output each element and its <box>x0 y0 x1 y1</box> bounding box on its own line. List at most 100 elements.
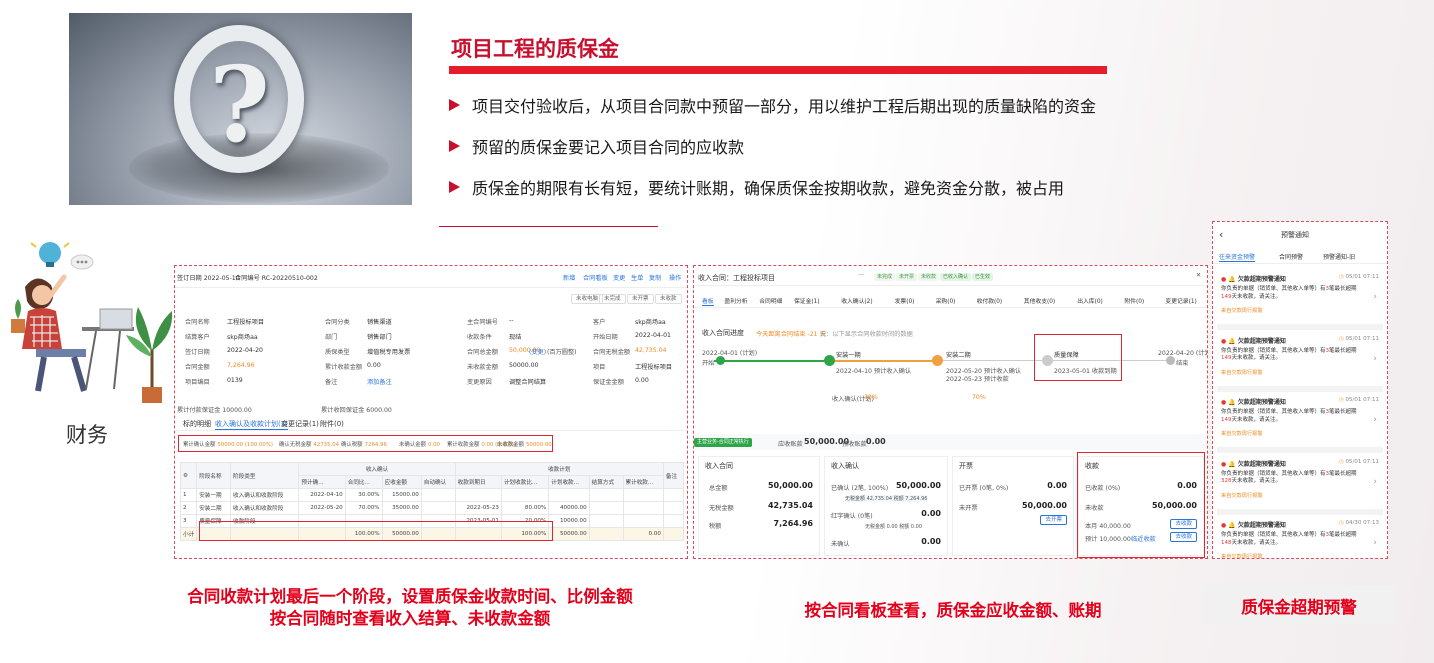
tab-change-log[interactable]: 变更记录(1) <box>281 419 319 429</box>
change-button[interactable]: 变更 <box>613 273 625 282</box>
table-row[interactable]: 2 安装二期 收入确认和收款阶段 2022-05-20 70.00% 35000.00 20… <box>179 501 685 515</box>
field-label: 合同分类 <box>325 319 350 326</box>
field-label: 备注 <box>325 379 338 386</box>
field-label: 项目 <box>593 364 606 371</box>
field-label: 客户 <box>593 319 606 326</box>
table-row[interactable]: 1 安装一期 收入确认和收款阶段 2022-04-10 30.00% 15000.00 <box>179 488 685 502</box>
board-nav-item[interactable]: 盈利分析 <box>724 296 747 305</box>
deposit-value: 0.00 <box>866 437 886 446</box>
alert-time: ◷ 05/01 07:11 <box>1338 458 1379 465</box>
table-cell: 35000.00 <box>381 501 422 515</box>
board-nav-item[interactable]: 合同明细 <box>759 296 782 305</box>
board-nav-item[interactable]: 保证金(1) <box>794 296 820 305</box>
alert-source-link[interactable]: 来自欠款周行报警 <box>1221 369 1263 376</box>
alert-item[interactable]: ● 🔔 欠款超期预警通知 ◷ 04/30 07:13 你负责的单据（销货单、其他收入… <box>1217 516 1383 558</box>
field-value: skp商场aa <box>227 334 258 341</box>
step1-pct: 30% <box>864 394 878 401</box>
chevron-right-icon[interactable]: › <box>1373 292 1377 302</box>
board-button[interactable]: 合同看板 <box>583 273 608 282</box>
go-invoice-button[interactable]: 去开票 <box>1040 515 1067 525</box>
alert-item-title: ● 🔔 欠款超期预警通知 <box>1221 399 1286 406</box>
tag: 未开票 <box>896 273 918 281</box>
more-button[interactable]: 操作 <box>669 273 681 282</box>
table-cell <box>588 488 624 502</box>
generate-button[interactable]: 生单 <box>631 273 643 282</box>
chevron-right-icon[interactable]: › <box>1373 538 1377 548</box>
progress-line-done <box>714 360 824 362</box>
tab-income-plan[interactable]: 收入确认及收款计划(3) <box>215 419 288 430</box>
alert-source-link[interactable]: 来自欠款周行报警 <box>1221 553 1263 558</box>
table-cell <box>622 501 664 515</box>
field-label: 结算客户 <box>185 334 210 341</box>
board-nav-item[interactable]: 出入库(0) <box>1077 296 1103 305</box>
field-value: skp商场aa <box>635 319 666 326</box>
board-nav-item[interactable]: 采购(0) <box>936 296 956 305</box>
tab-old-alert[interactable]: 预警通知-旧 <box>1323 252 1355 261</box>
progress-warning: 今天距离合同结束 -21 天 <box>756 331 826 338</box>
chevron-right-icon[interactable]: › <box>1373 477 1377 487</box>
status-pill[interactable]: 未完成 <box>599 294 626 304</box>
more-icon[interactable]: ··· <box>858 272 864 279</box>
chevron-right-icon[interactable]: › <box>1373 354 1377 364</box>
board-nav-item[interactable]: 看板 <box>702 296 714 306</box>
field-label: 未收款金额 <box>467 364 498 371</box>
table-cell <box>588 514 624 528</box>
tag: 已生效 <box>972 273 994 281</box>
alert-item[interactable]: ● 🔔 欠款超期预警通知 ◷ 05/01 07:11 你负责的单据（销货单、其他收入… <box>1217 393 1383 453</box>
invoice-card: 开票 已开票 (0笔, 0%) 0.00 未开票 50,000.00 去开票 <box>952 456 1074 556</box>
board-nav-item[interactable]: 附件(0) <box>1124 296 1144 305</box>
close-icon[interactable]: ✕ <box>1196 272 1201 279</box>
table-cell: 2022-04-10 <box>298 488 346 502</box>
step2-pct: 70% <box>972 394 986 401</box>
summary-label: 未收款金额 <box>497 442 524 448</box>
alert-body: 你负责的单据（销货单、其他收入单等）有3笔最长超期328天未收款，请关注。 <box>1221 470 1357 485</box>
status-pill[interactable]: 未开票 <box>627 294 654 304</box>
table-cell: 2022-05-20 <box>298 501 346 515</box>
tab-items[interactable]: 标的明细 <box>183 419 211 429</box>
tag: 已收入确认 <box>940 273 972 281</box>
contract-tabs: 标的明细 收入确认及收款计划(3) 变更记录(1) 附件(0) <box>175 417 687 431</box>
status-pill[interactable]: 未收款 <box>655 294 682 304</box>
alert-item[interactable]: ● 🔔 欠款超期预警通知 ◷ 05/01 07:11 你负责的单据（销货单、其他收入… <box>1217 270 1383 330</box>
title-underline <box>449 66 1107 74</box>
field-label: 签订日期 <box>185 349 210 356</box>
col-header: 自动确认 <box>420 475 456 489</box>
table-cell: 安装二期 <box>196 501 232 515</box>
summary-label: 确认无税金额 <box>279 442 312 448</box>
alert-source-link[interactable]: 来自欠款周行报警 <box>1221 430 1263 437</box>
field-value[interactable]: 添加备注 <box>367 377 392 386</box>
alert-item[interactable]: ● 🔔 欠款超期预警通知 ◷ 05/01 07:11 你负责的单据（销货单、其他收入… <box>1217 455 1383 515</box>
board-nav-item[interactable]: 其他收支(0) <box>1024 296 1055 305</box>
alert-source-link[interactable]: 来自欠款周行报警 <box>1221 492 1263 499</box>
gear-icon[interactable]: ⚙ <box>179 462 198 489</box>
alert-time: ◷ 05/01 07:11 <box>1338 274 1379 280</box>
bell-icon: 🔔 <box>1228 337 1238 345</box>
business-bar: 主营业务-合同正常执行 应收账款 50,000.00 预收账款 0.00 <box>694 434 1207 450</box>
table-cell: 10000.00 <box>548 514 590 528</box>
table-cell: 2022-05-23 <box>454 501 502 515</box>
change-link[interactable]: (变更) <box>529 347 546 356</box>
board-title: 收入合同：工程投标项目 <box>698 274 775 282</box>
field-label: 收款条件 <box>467 334 492 341</box>
board-nav-item[interactable]: 收入确认(2) <box>841 296 872 305</box>
alert-item[interactable]: ● 🔔 欠款超期预警通知 ◷ 05/01 07:11 你负责的单据（销货单、其他收入… <box>1217 332 1383 392</box>
new-button[interactable]: 新增 <box>563 273 575 282</box>
bullet-1: 项目交付验收后，从项目合同款中预留一部分，用以维护工程后期出现的质量缺陷的资金 <box>449 93 1096 117</box>
board-nav-item[interactable]: 变更记录(1) <box>1165 296 1196 305</box>
tab-attachments[interactable]: 附件(0) <box>320 419 344 429</box>
tab-contract-alert[interactable]: 合同预警 <box>1279 252 1303 261</box>
copy-button[interactable]: 复制 <box>649 273 661 282</box>
alert-item-title: ● 🔔 欠款超期预警通知 <box>1221 522 1286 529</box>
back-icon[interactable]: ‹ <box>1219 228 1223 241</box>
table-cell: 80.00% <box>500 501 550 515</box>
field-value: 调整合同结算 <box>509 379 547 386</box>
finance-illustration <box>4 235 175 410</box>
business-tag: 主营业务-合同正常执行 <box>694 438 752 447</box>
chevron-right-icon[interactable]: › <box>1373 415 1377 425</box>
tab-fund-alert[interactable]: 往来资金预警 <box>1219 252 1256 262</box>
board-nav-item[interactable]: 收付款(0) <box>977 296 1003 305</box>
alert-source-link[interactable]: 来自欠款周行报警 <box>1221 307 1263 314</box>
accum-deposit-received: 累计收回保证金 6000.00 <box>321 407 392 414</box>
table-cell: 15000.00 <box>381 488 422 502</box>
board-nav-item[interactable]: 发票(0) <box>895 296 915 305</box>
